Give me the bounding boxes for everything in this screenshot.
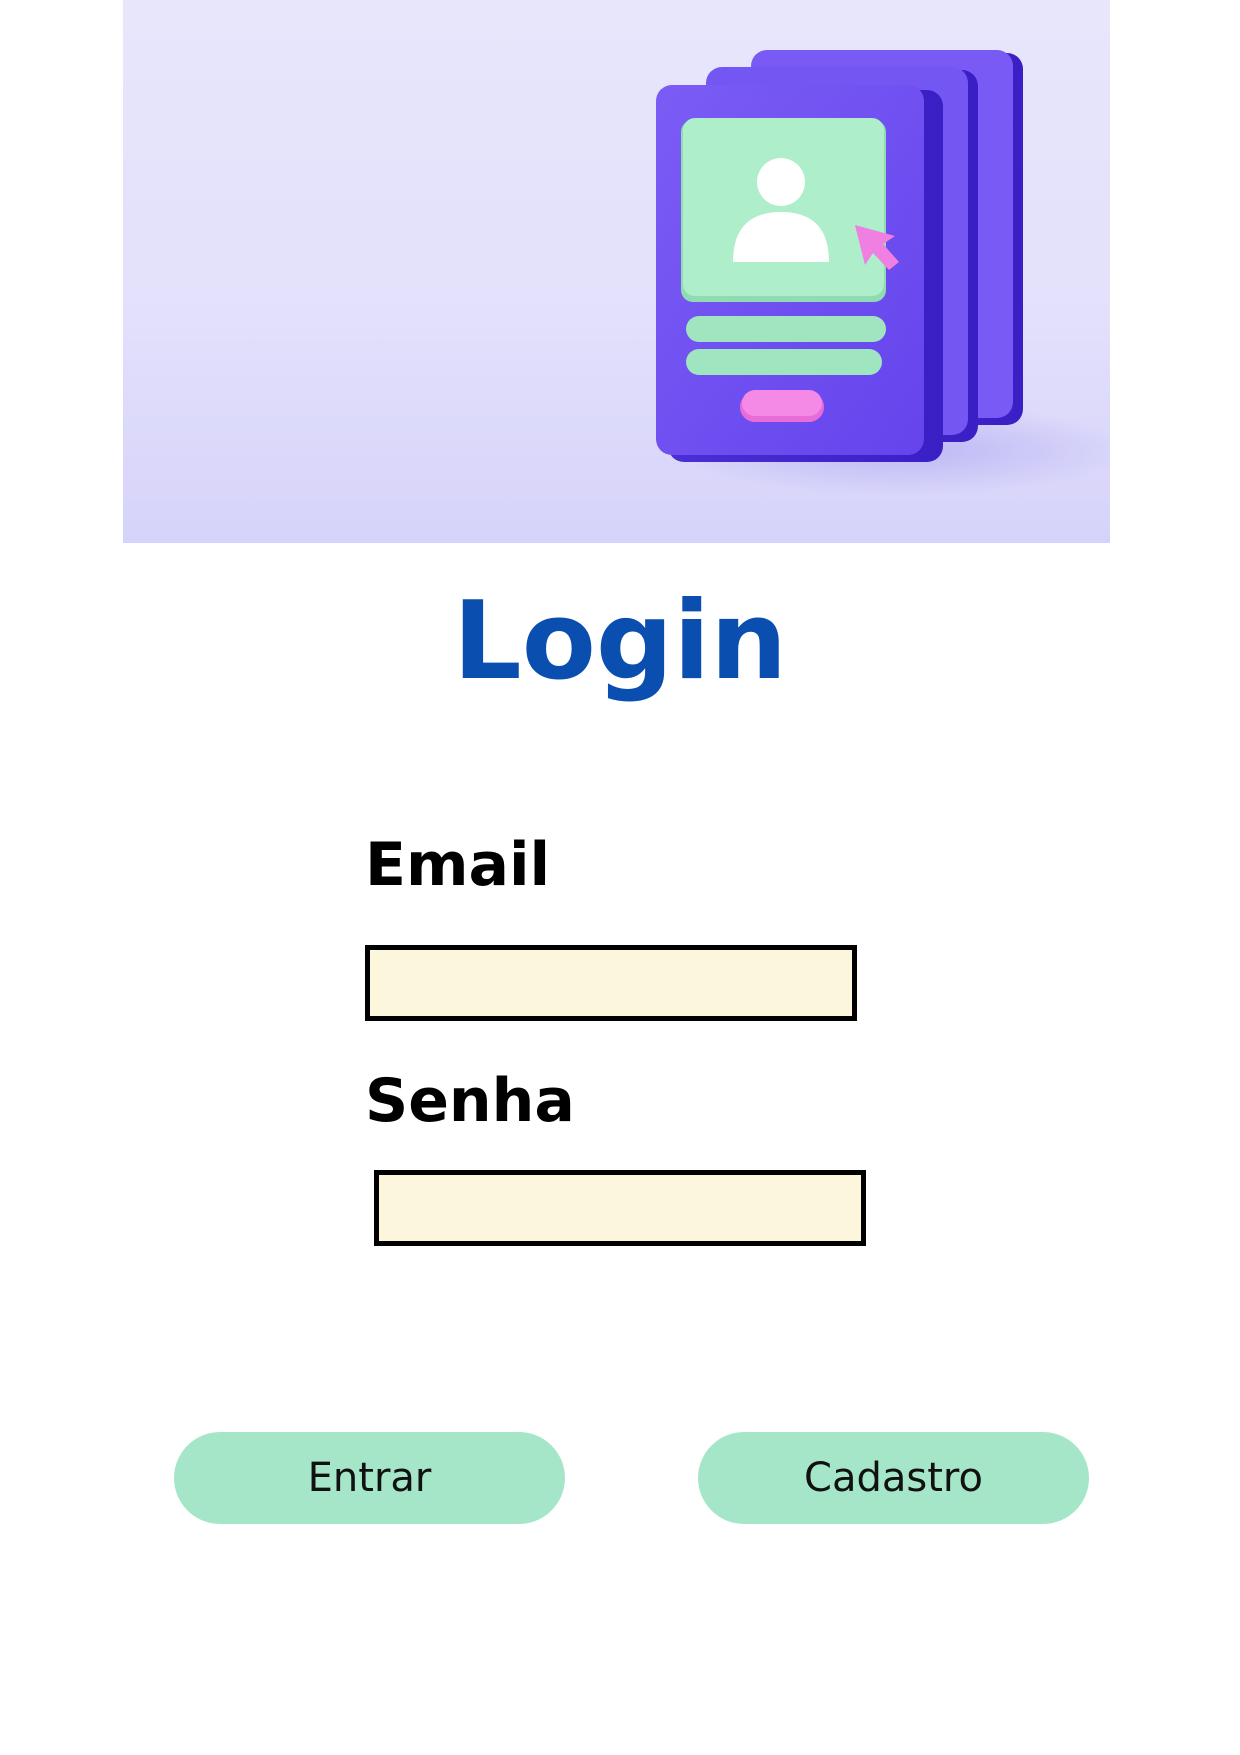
hero-banner — [123, 0, 1110, 543]
enter-button[interactable]: Entrar — [174, 1432, 565, 1524]
register-button[interactable]: Cadastro — [698, 1432, 1089, 1524]
password-label: Senha — [365, 1066, 575, 1136]
email-field[interactable] — [365, 945, 857, 1021]
page-title: Login — [452, 579, 788, 704]
email-label: Email — [365, 830, 551, 900]
profile-cards-icon — [656, 50, 1110, 495]
password-field[interactable] — [374, 1170, 866, 1246]
